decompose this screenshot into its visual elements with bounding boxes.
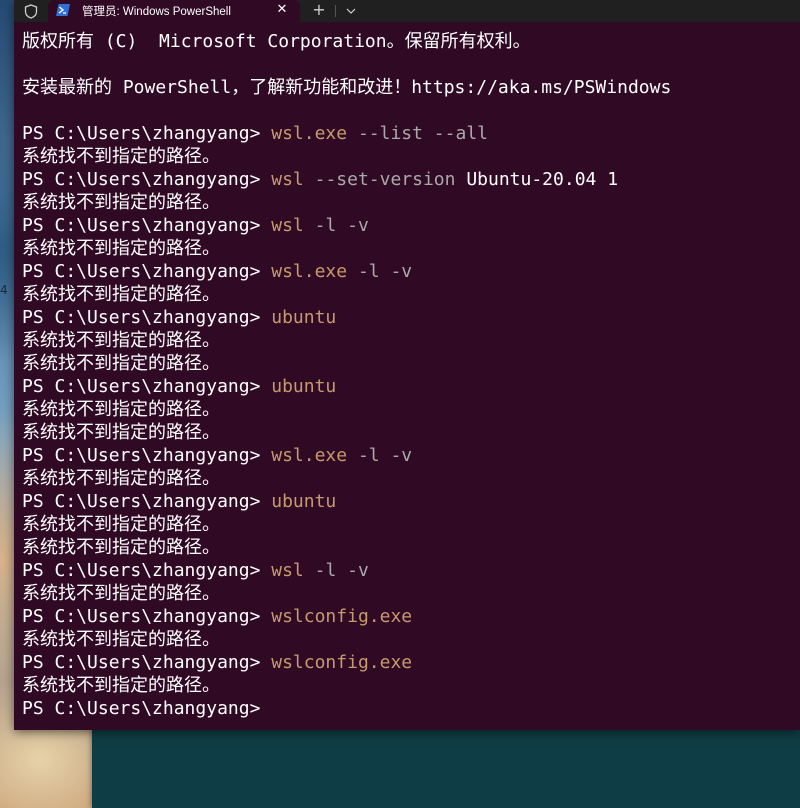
prompt-line: PS C:\Users\zhangyang> wsl -l -v bbox=[22, 559, 792, 582]
new-tab-button[interactable]: + bbox=[304, 0, 334, 22]
error-line: 系统找不到指定的路径。 bbox=[22, 284, 220, 305]
command: wsl.exe bbox=[271, 445, 348, 466]
tab-powershell[interactable]: 管理员: Windows PowerShell ✕ bbox=[48, 0, 300, 24]
error-line: 系统找不到指定的路径。 bbox=[22, 399, 220, 420]
chevron-down-icon bbox=[346, 8, 356, 14]
command-args: Ubuntu-20.04 1 bbox=[455, 169, 619, 190]
command: wsl bbox=[271, 560, 304, 581]
error-line: 系统找不到指定的路径。 bbox=[22, 330, 220, 351]
command-args: -l -v bbox=[303, 560, 369, 581]
shield-icon bbox=[24, 3, 38, 19]
prompt-line: PS C:\Users\zhangyang> ubuntu bbox=[22, 490, 792, 513]
install-notice-line: 安装最新的 PowerShell，了解新功能和改进！https://aka.ms… bbox=[22, 77, 672, 98]
desktop-text-fragment: 4 bbox=[0, 283, 8, 297]
command-args: -l -v bbox=[347, 261, 413, 282]
command-args: --list --all bbox=[347, 123, 488, 144]
command: wsl bbox=[271, 215, 304, 236]
prompt-line: PS C:\Users\zhangyang> wsl -l -v bbox=[22, 214, 792, 237]
current-prompt-line[interactable]: PS C:\Users\zhangyang> bbox=[22, 697, 792, 720]
prompt: PS C:\Users\zhangyang> bbox=[22, 445, 272, 466]
error-line: 系统找不到指定的路径。 bbox=[22, 422, 220, 443]
prompt-line: PS C:\Users\zhangyang> wslconfig.exe bbox=[22, 651, 792, 674]
prompt: PS C:\Users\zhangyang> bbox=[22, 307, 272, 328]
prompt: PS C:\Users\zhangyang> bbox=[22, 123, 272, 144]
error-line: 系统找不到指定的路径。 bbox=[22, 468, 220, 489]
terminal-output[interactable]: 版权所有 (C) Microsoft Corporation。保留所有权利。 安… bbox=[22, 30, 792, 730]
tab-dropdown-button[interactable] bbox=[338, 0, 364, 22]
prompt: PS C:\Users\zhangyang> bbox=[22, 169, 272, 190]
error-line: 系统找不到指定的路径。 bbox=[22, 238, 220, 259]
powershell-icon bbox=[56, 4, 70, 16]
prompt: PS C:\Users\zhangyang> bbox=[22, 652, 272, 673]
command: wsl.exe bbox=[271, 123, 348, 144]
terminal-window: 管理员: Windows PowerShell ✕ + 版权所有 (C) Mic… bbox=[14, 0, 800, 730]
prompt-line: PS C:\Users\zhangyang> wsl.exe -l -v bbox=[22, 260, 792, 283]
command: ubuntu bbox=[271, 491, 337, 512]
error-line: 系统找不到指定的路径。 bbox=[22, 192, 220, 213]
command: ubuntu bbox=[271, 307, 337, 328]
prompt-line: PS C:\Users\zhangyang> wsl --set-version… bbox=[22, 168, 792, 191]
error-line: 系统找不到指定的路径。 bbox=[22, 353, 220, 374]
background-window bbox=[92, 728, 800, 808]
prompt-line: PS C:\Users\zhangyang> ubuntu bbox=[22, 306, 792, 329]
command: wsl bbox=[271, 169, 304, 190]
prompt: PS C:\Users\zhangyang> bbox=[22, 376, 272, 397]
prompt-line: PS C:\Users\zhangyang> wsl.exe --list --… bbox=[22, 122, 792, 145]
prompt: PS C:\Users\zhangyang> bbox=[22, 491, 272, 512]
tab-divider bbox=[335, 5, 336, 17]
admin-shield-button[interactable] bbox=[14, 0, 48, 22]
error-line: 系统找不到指定的路径。 bbox=[22, 629, 220, 650]
prompt: PS C:\Users\zhangyang> bbox=[22, 560, 272, 581]
prompt-line: PS C:\Users\zhangyang> wsl.exe -l -v bbox=[22, 444, 792, 467]
error-line: 系统找不到指定的路径。 bbox=[22, 675, 220, 696]
prompt: PS C:\Users\zhangyang> bbox=[22, 698, 272, 719]
prompt-line: PS C:\Users\zhangyang> ubuntu bbox=[22, 375, 792, 398]
prompt: PS C:\Users\zhangyang> bbox=[22, 215, 272, 236]
error-line: 系统找不到指定的路径。 bbox=[22, 514, 220, 535]
command: ubuntu bbox=[271, 376, 337, 397]
prompt-line: PS C:\Users\zhangyang> wslconfig.exe bbox=[22, 605, 792, 628]
command: wslconfig.exe bbox=[271, 652, 413, 673]
copyright-line: 版权所有 (C) Microsoft Corporation。保留所有权利。 bbox=[22, 31, 531, 52]
command: wslconfig.exe bbox=[271, 606, 413, 627]
tab-title: 管理员: Windows PowerShell bbox=[82, 6, 231, 18]
title-bar: 管理员: Windows PowerShell ✕ + bbox=[14, 0, 800, 24]
error-line: 系统找不到指定的路径。 bbox=[22, 146, 220, 167]
error-line: 系统找不到指定的路径。 bbox=[22, 583, 220, 604]
command-args: --set-version bbox=[303, 169, 456, 190]
close-icon[interactable]: ✕ bbox=[274, 2, 290, 18]
command-args: -l -v bbox=[303, 215, 369, 236]
prompt: PS C:\Users\zhangyang> bbox=[22, 606, 272, 627]
command: wsl.exe bbox=[271, 261, 348, 282]
command-args: -l -v bbox=[347, 445, 413, 466]
prompt: PS C:\Users\zhangyang> bbox=[22, 261, 272, 282]
error-line: 系统找不到指定的路径。 bbox=[22, 537, 220, 558]
